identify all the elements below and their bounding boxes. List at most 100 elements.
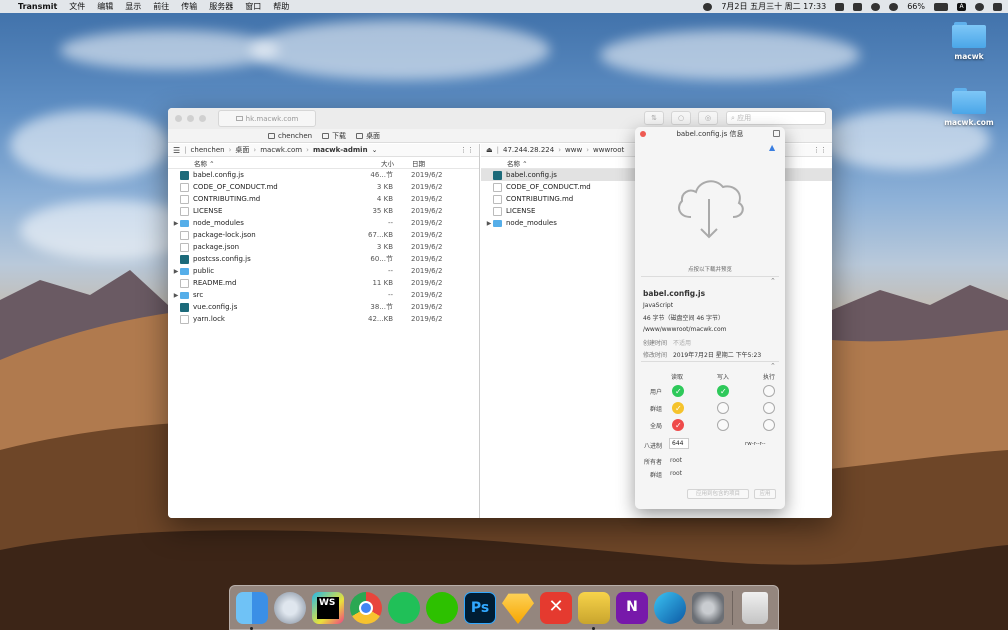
xmind-icon[interactable]: ✕ — [540, 592, 572, 624]
minimize-button[interactable] — [187, 115, 194, 122]
input-method-icon[interactable]: A — [957, 2, 966, 11]
transmit-icon[interactable] — [578, 592, 610, 624]
path-segment-current[interactable]: macwk-admin — [313, 146, 368, 154]
bluetooth-icon[interactable] — [871, 2, 881, 11]
file-row[interactable]: README.md 11 KB 2019/6/2 — [168, 277, 479, 289]
cloud-download-icon[interactable] — [673, 171, 747, 241]
file-row[interactable]: package-lock.json 67...KB 2019/6/2 — [168, 229, 479, 241]
photoshop-icon[interactable]: Ps — [464, 592, 496, 624]
perm-world-execute-checkbox[interactable] — [763, 419, 775, 431]
collapse-icon[interactable]: ⌃ — [770, 362, 776, 370]
spotlight-icon[interactable] — [975, 2, 984, 11]
clock[interactable]: 7月2日 五月三十 周二 17:33 — [721, 1, 826, 12]
file-row[interactable]: ▶ public -- 2019/6/2 — [168, 265, 479, 277]
favorite-home[interactable]: chenchen — [268, 132, 312, 140]
menu-server[interactable]: 服务器 — [209, 1, 233, 12]
perm-world-read-checkbox[interactable]: ✓ — [672, 419, 684, 431]
file-row[interactable]: ▶ node_modules -- 2019/6/2 — [168, 217, 479, 229]
apply-enclosed-button[interactable]: 应用到包含的项目 — [687, 489, 749, 499]
chrome-icon[interactable] — [350, 592, 382, 624]
close-button[interactable] — [175, 115, 182, 122]
column-name[interactable]: 名称 ⌃ — [194, 158, 364, 168]
perm-world-write-checkbox[interactable] — [717, 419, 729, 431]
menu-edit[interactable]: 编辑 — [97, 1, 113, 12]
group-value[interactable]: root — [670, 470, 682, 477]
close-button[interactable] — [640, 131, 646, 137]
disclosure-triangle-icon[interactable]: ▶ — [172, 268, 180, 275]
disclosure-triangle-icon[interactable]: ▶ — [485, 220, 493, 227]
file-row[interactable]: CODE_OF_CONDUCT.md 3 KB 2019/6/2 — [168, 181, 479, 193]
favorite-downloads[interactable]: 下载 — [322, 131, 346, 141]
perm-group-write-checkbox[interactable] — [717, 402, 729, 414]
file-row[interactable]: vue.config.js 38...节 2019/6/2 — [168, 301, 479, 313]
column-size[interactable]: 大小 — [364, 158, 394, 168]
collapse-icon[interactable]: ⌃ — [770, 277, 776, 285]
zoom-button[interactable] — [199, 115, 206, 122]
apply-button[interactable]: 应用 — [754, 489, 776, 499]
desktop-folder[interactable]: macwk.com — [939, 88, 999, 127]
file-row[interactable]: postcss.config.js 60...节 2019/6/2 — [168, 253, 479, 265]
messages-icon[interactable] — [835, 2, 845, 11]
disclosure-triangle-icon[interactable]: ▶ — [172, 292, 180, 299]
path-segment[interactable]: www — [565, 146, 582, 154]
perm-user-read-checkbox[interactable]: ✓ — [672, 385, 684, 397]
column-date[interactable]: 日期 — [412, 158, 425, 168]
path-segment[interactable]: wwwroot — [593, 146, 624, 154]
path-segment[interactable]: 47.244.28.224 — [503, 146, 554, 154]
battery-percent[interactable]: 66% — [907, 2, 925, 11]
eject-icon[interactable]: ⏏ — [486, 146, 493, 154]
file-row[interactable]: package.json 3 KB 2019/6/2 — [168, 241, 479, 253]
perm-group-read-checkbox[interactable]: ✓ — [672, 402, 684, 414]
scroll-up-icon[interactable]: ▲ — [769, 143, 775, 152]
sync-button[interactable]: ⇅ — [644, 111, 664, 125]
launchpad-icon[interactable] — [274, 592, 306, 624]
file-row[interactable]: CONTRIBUTING.md 4 KB 2019/6/2 — [168, 193, 479, 205]
chevron-down-icon[interactable]: ⌄ — [372, 146, 378, 154]
view-grid-icon[interactable]: ⋮⋮ — [813, 146, 827, 154]
menu-window[interactable]: 窗口 — [245, 1, 261, 12]
file-row[interactable]: babel.config.js 46...节 2019/6/2 — [168, 169, 479, 181]
sketch-icon[interactable] — [502, 593, 534, 624]
webstorm-icon[interactable]: WS — [312, 592, 344, 624]
desktop-folder[interactable]: macwk — [939, 22, 999, 61]
action-button[interactable]: ○ — [671, 111, 691, 125]
finder-icon[interactable] — [236, 592, 268, 624]
trash-icon[interactable] — [742, 592, 768, 624]
app-menu[interactable]: Transmit — [18, 2, 57, 11]
path-segment[interactable]: chenchen — [191, 146, 225, 154]
share-button[interactable]: ◎ — [698, 111, 718, 125]
wifi-icon[interactable] — [889, 2, 899, 11]
owner-value[interactable]: root — [670, 457, 682, 464]
wechat-icon[interactable] — [426, 592, 458, 624]
status-app-icon[interactable] — [703, 2, 713, 11]
disclosure-triangle-icon[interactable]: ▶ — [172, 220, 180, 227]
menu-help[interactable]: 帮助 — [273, 1, 289, 12]
column-name[interactable]: 名称 ⌃ — [507, 158, 528, 168]
path-segment[interactable]: macwk.com — [260, 146, 302, 154]
octal-input[interactable]: 644 — [669, 438, 689, 449]
system-preferences-icon[interactable] — [692, 592, 724, 624]
menu-go[interactable]: 前往 — [153, 1, 169, 12]
edge-icon[interactable] — [654, 592, 686, 624]
view-grid-icon[interactable]: ⋮⋮ — [460, 146, 474, 154]
volume-icon[interactable] — [853, 2, 863, 11]
sidebar-toggle-icon[interactable]: ☰ — [173, 146, 180, 155]
control-center-icon[interactable] — [993, 2, 1002, 11]
file-row[interactable]: LICENSE 35 KB 2019/6/2 — [168, 205, 479, 217]
menu-file[interactable]: 文件 — [69, 1, 85, 12]
qq-music-icon[interactable] — [388, 592, 420, 624]
menu-transfer[interactable]: 传输 — [181, 1, 197, 12]
file-row[interactable]: ▶ src -- 2019/6/2 — [168, 289, 479, 301]
favorite-desktop[interactable]: 桌面 — [356, 131, 380, 141]
menu-view[interactable]: 显示 — [125, 1, 141, 12]
perm-user-write-checkbox[interactable]: ✓ — [717, 385, 729, 397]
panel-toggle-icon[interactable] — [773, 130, 780, 137]
file-row[interactable]: yarn.lock 42...KB 2019/6/2 — [168, 313, 479, 325]
path-segment[interactable]: 桌面 — [235, 145, 249, 155]
search-input[interactable]: ⌕ 应用 — [726, 111, 826, 125]
onenote-icon[interactable]: N — [616, 592, 648, 624]
perm-user-execute-checkbox[interactable] — [763, 385, 775, 397]
connection-tab[interactable]: hk.macwk.com — [218, 110, 316, 127]
perm-group-execute-checkbox[interactable] — [763, 402, 775, 414]
battery-icon[interactable] — [934, 2, 948, 11]
